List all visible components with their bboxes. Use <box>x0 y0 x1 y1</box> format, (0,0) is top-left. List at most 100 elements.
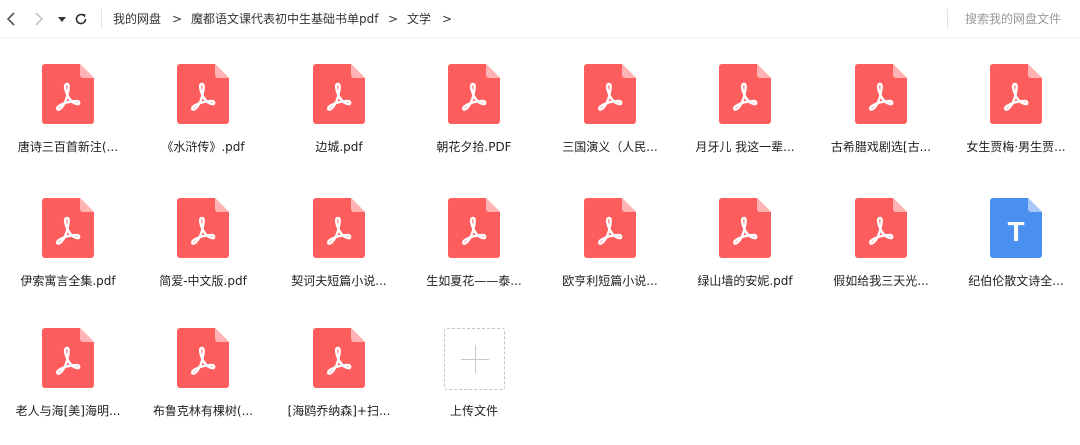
file-item[interactable]: 简爱-中文版.pdf <box>143 172 263 292</box>
plus-icon <box>475 345 476 373</box>
toolbar-divider <box>101 9 102 29</box>
toolbar: 我的网盘 > 魔都语文课代表初中生基础书单pdf > 文学 > 搜索我的网盘文件 <box>0 0 1080 38</box>
file-item[interactable]: 边城.pdf <box>279 38 399 158</box>
refresh-button[interactable] <box>72 9 90 29</box>
pdf-icon <box>177 64 229 124</box>
breadcrumb-item-root[interactable]: 我的网盘 <box>113 11 161 27</box>
pdf-icon <box>855 64 907 124</box>
file-name: 《水浒传》.pdf <box>161 140 245 154</box>
pdf-icon <box>584 64 636 124</box>
pdf-icon <box>448 64 500 124</box>
pdf-icon <box>719 64 771 124</box>
pdf-icon <box>855 198 907 258</box>
file-name: 欧亨利短篇小说... <box>562 274 658 288</box>
file-name: 生如夏花——泰... <box>426 274 522 288</box>
pdf-icon <box>177 64 229 124</box>
file-name: 伊索寓言全集.pdf <box>20 274 116 288</box>
pdf-icon <box>42 64 94 124</box>
file-name: 唐诗三百首新注(... <box>17 140 119 154</box>
pdf-icon <box>448 198 500 258</box>
pdf-icon <box>990 64 1042 124</box>
file-item[interactable]: 绿山墙的安妮.pdf <box>685 172 805 292</box>
file-item[interactable]: 三国演义（人民... <box>550 38 670 158</box>
breadcrumb-separator: > <box>388 12 399 26</box>
file-item[interactable]: 女生贾梅·男生贾... <box>956 38 1076 158</box>
pdf-icon <box>177 328 229 388</box>
file-item[interactable]: [海鸥乔纳森]+扫... <box>279 302 399 422</box>
forward-button[interactable] <box>30 9 48 29</box>
file-name: 女生贾梅·男生贾... <box>966 140 1066 154</box>
file-item[interactable]: 生如夏花——泰... <box>414 172 534 292</box>
file-item[interactable]: 月牙儿 我这一辈... <box>685 38 805 158</box>
file-item[interactable]: 《水浒传》.pdf <box>143 38 263 158</box>
pdf-icon <box>313 328 365 388</box>
file-name: 月牙儿 我这一辈... <box>695 140 795 154</box>
back-button[interactable] <box>2 9 20 29</box>
search-input[interactable]: 搜索我的网盘文件 <box>965 11 1061 27</box>
chevron-right-icon <box>35 12 43 26</box>
pdf-icon <box>313 198 365 258</box>
breadcrumb-item-folder[interactable]: 魔都语文课代表初中生基础书单pdf <box>191 11 378 27</box>
pdf-icon <box>313 64 365 124</box>
file-name: 朝花夕拾.PDF <box>436 140 512 154</box>
pdf-icon <box>584 198 636 258</box>
text-doc-icon: T <box>990 198 1042 258</box>
pdf-icon <box>42 198 94 258</box>
breadcrumb-separator: > <box>442 12 453 26</box>
pdf-icon <box>313 198 365 258</box>
pdf-icon <box>177 328 229 388</box>
pdf-icon <box>990 64 1042 124</box>
pdf-icon <box>584 198 636 258</box>
pdf-icon <box>42 198 94 258</box>
file-item[interactable]: 朝花夕拾.PDF <box>414 38 534 158</box>
file-name: 边城.pdf <box>315 140 363 154</box>
pdf-icon <box>313 64 365 124</box>
pdf-icon <box>855 198 907 258</box>
caret-down-icon <box>58 17 66 22</box>
text-doc-icon: T <box>990 198 1042 258</box>
breadcrumb-item-current[interactable]: 文学 <box>407 11 431 27</box>
search-divider <box>947 9 948 29</box>
upload-label: 上传文件 <box>449 404 498 418</box>
pdf-icon <box>42 328 94 388</box>
pdf-icon <box>719 198 771 258</box>
file-item[interactable]: 契诃夫短篇小说... <box>279 172 399 292</box>
file-name: 布鲁克林有棵树(... <box>152 404 254 418</box>
file-item[interactable]: 古希腊戏剧选[古... <box>821 38 941 158</box>
file-name: 假如给我三天光... <box>833 274 929 288</box>
file-name: 纪伯伦散文诗全... <box>968 274 1064 288</box>
file-item[interactable]: 老人与海[美]海明... <box>8 302 128 422</box>
pdf-icon <box>719 198 771 258</box>
pdf-icon <box>313 328 365 388</box>
file-name: 老人与海[美]海明... <box>15 404 121 418</box>
file-item[interactable]: 欧亨利短篇小说... <box>550 172 670 292</box>
pdf-icon <box>177 198 229 258</box>
file-item[interactable]: 唐诗三百首新注(... <box>8 38 128 158</box>
upload-dropzone[interactable] <box>444 328 505 390</box>
file-grid: 唐诗三百首新注(... 《水浒传》.pdf 边城.pdf 朝花夕拾.PDF 三国演义（人… <box>0 38 1080 445</box>
pdf-icon <box>719 64 771 124</box>
file-item[interactable]: 伊索寓言全集.pdf <box>8 172 128 292</box>
file-name: 古希腊戏剧选[古... <box>830 140 932 154</box>
file-name: 契诃夫短篇小说... <box>291 274 387 288</box>
svg-text:T: T <box>1007 216 1024 247</box>
file-name: 三国演义（人民... <box>562 140 658 154</box>
file-name: 绿山墙的安妮.pdf <box>697 274 793 288</box>
pdf-icon <box>855 64 907 124</box>
pdf-icon <box>448 64 500 124</box>
upload-file-button[interactable]: 上传文件 <box>414 302 534 422</box>
pdf-icon <box>42 328 94 388</box>
breadcrumb-separator: > <box>172 12 183 26</box>
file-item[interactable]: T 纪伯伦散文诗全... <box>956 172 1076 292</box>
file-name: [海鸥乔纳森]+扫... <box>287 404 391 418</box>
chevron-left-icon <box>6 12 15 26</box>
pdf-icon <box>177 198 229 258</box>
pdf-icon <box>448 198 500 258</box>
pdf-icon <box>584 64 636 124</box>
pdf-icon <box>42 64 94 124</box>
file-name: 简爱-中文版.pdf <box>159 274 247 288</box>
file-item[interactable]: 假如给我三天光... <box>821 172 941 292</box>
history-dropdown-button[interactable] <box>53 9 71 29</box>
refresh-icon <box>75 13 87 25</box>
file-item[interactable]: 布鲁克林有棵树(... <box>143 302 263 422</box>
